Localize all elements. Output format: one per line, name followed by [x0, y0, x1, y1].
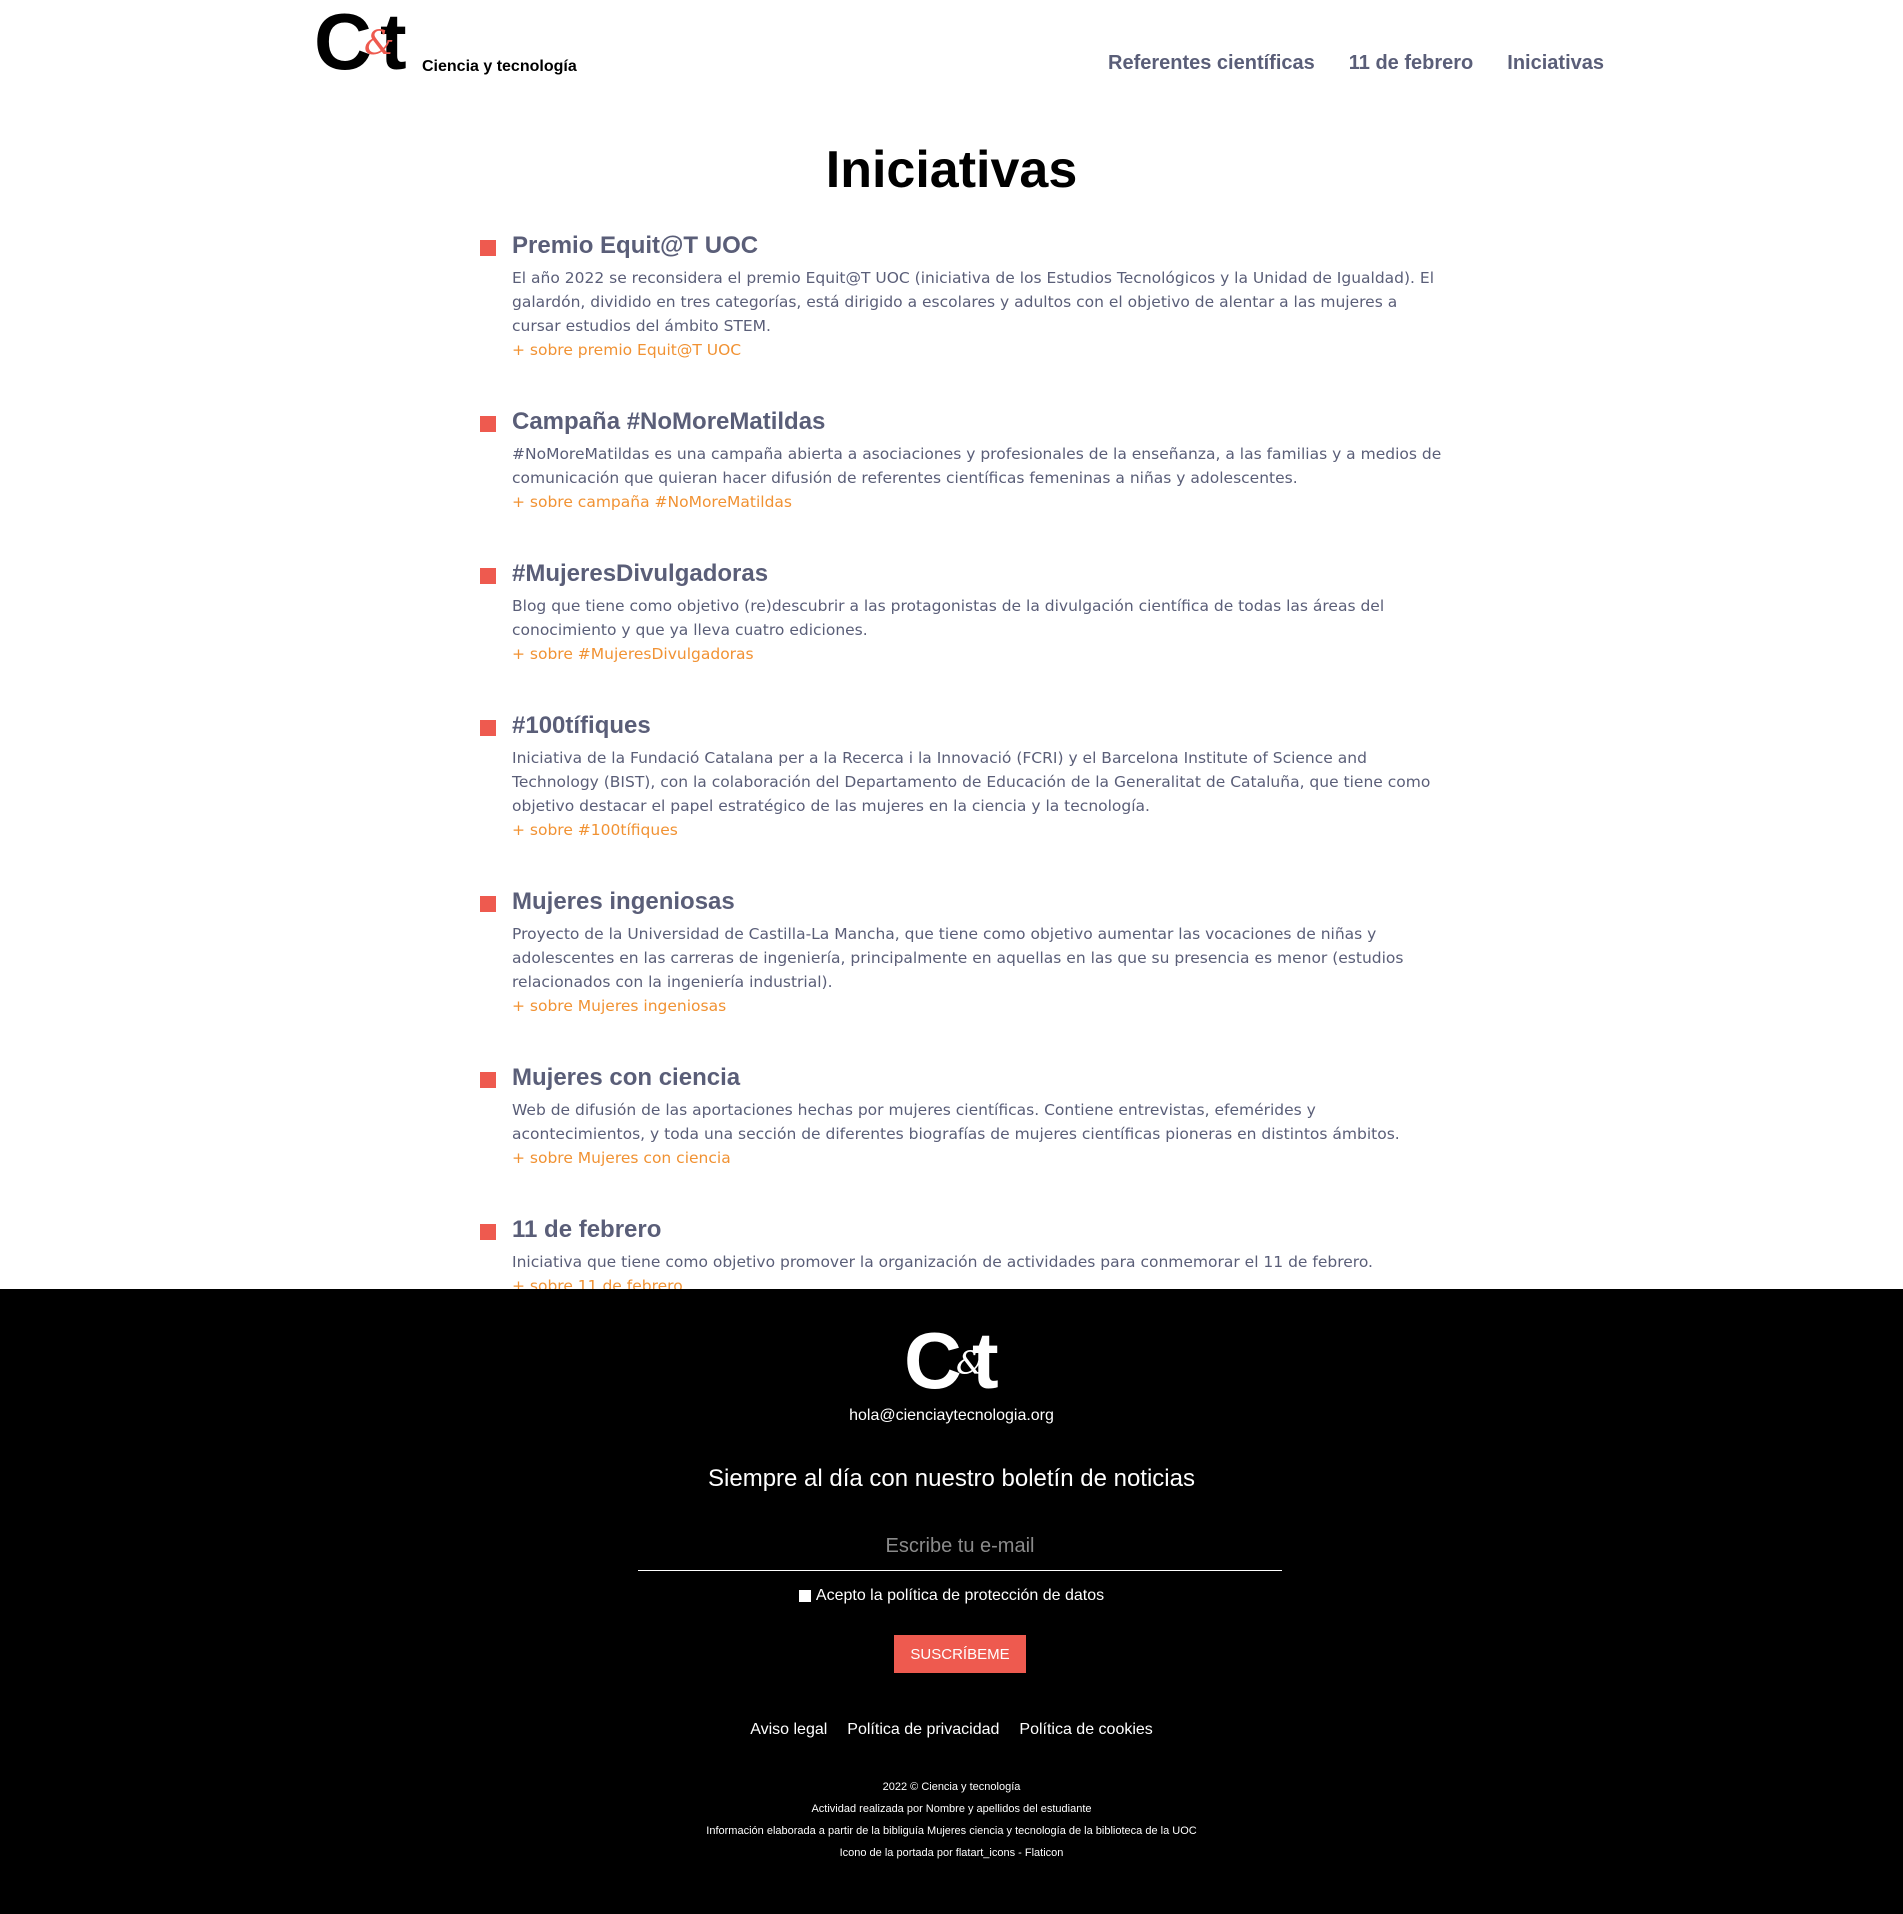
nav-link-11-febrero[interactable]: 11 de febrero [1349, 52, 1474, 75]
initiative-title: #MujeresDivulgadoras [512, 560, 769, 587]
bullet-square [480, 568, 496, 584]
privacy-consent[interactable]: Acepto la política de protección de dato… [0, 1587, 1903, 1605]
initiative-item: Premio Equit@T UOC El año 2022 se recons… [478, 226, 1438, 362]
footer-logo-ampersand: & [956, 1344, 985, 1382]
bullet-square [480, 240, 496, 256]
initiative-title: Mujeres ingeniosas [512, 888, 735, 915]
initiative-more-link[interactable]: + sobre #MujeresDivulgadoras [512, 642, 754, 666]
newsletter-title: Siempre al día con nuestro boletín de no… [708, 1465, 1195, 1492]
initiative-more-link[interactable]: + sobre Mujeres ingeniosas [512, 994, 726, 1018]
initiative-more-link[interactable]: + sobre Mujeres con ciencia [512, 1146, 731, 1170]
bullet-square [480, 896, 496, 912]
cookies-policy-link[interactable]: Política de cookies [1019, 1721, 1152, 1739]
logo-ampersand: & [364, 23, 395, 63]
nav-link-referentes[interactable]: Referentes científicas [1108, 52, 1315, 75]
footer-logo-letter-c: C [904, 1316, 962, 1405]
initiative-item: Campaña #NoMoreMatildas #NoMoreMatildas … [478, 402, 1441, 514]
footer-logo: C t & [904, 1321, 1016, 1401]
initiative-title: Mujeres con ciencia [512, 1064, 741, 1091]
bullet-square [480, 1224, 496, 1240]
logo-text: Ciencia y tecnología [422, 58, 577, 75]
legal-links: Aviso legal Política de privacidad Polít… [0, 1721, 1903, 1739]
consent-checkbox[interactable] [798, 1590, 811, 1602]
initiative-description: Blog que tiene como objetivo (re)descubr… [512, 597, 1385, 639]
initiative-item: #MujeresDivulgadoras Blog que tiene como… [478, 554, 1438, 666]
subscribe-button[interactable]: SUSCRÍBEME [894, 1635, 1026, 1673]
initiative-item: 11 de febrero Iniciativa que tiene como … [478, 1210, 1438, 1298]
initiative-item: Mujeres con ciencia Web de difusión de l… [478, 1058, 1438, 1170]
initiative-more-link[interactable]: + sobre campaña #NoMoreMatildas [512, 490, 792, 514]
copyright-text: 2022 © Ciencia y tecnología [882, 1781, 1021, 1793]
initiative-title: Premio Equit@T UOC [512, 232, 759, 259]
logo-mark: C t & [314, 2, 418, 82]
page-title: Iniciativas [825, 141, 1078, 199]
consent-label: Acepto la política de protección de dato… [815, 1587, 1105, 1604]
source-credit: Información elaborada a partir de la bib… [706, 1825, 1197, 1837]
initiative-more-link[interactable]: + sobre #100tífiques [512, 818, 678, 842]
initiative-description: El año 2022 se reconsidera el premio Equ… [512, 269, 1435, 335]
contact-email-link[interactable]: hola@cienciaytecnologia.org [0, 1407, 1903, 1425]
privacy-policy-link[interactable]: Política de privacidad [847, 1721, 999, 1739]
initiative-description: Proyecto de la Universidad de Castilla-L… [512, 925, 1404, 991]
initiative-description: Web de difusión de las aportaciones hech… [512, 1101, 1400, 1143]
initiative-title: 11 de febrero [512, 1216, 662, 1243]
bullet-square [480, 720, 496, 736]
initiative-description: Iniciativa que tiene como objetivo promo… [512, 1253, 1373, 1271]
initiative-title: #100tífiques [512, 712, 651, 739]
initiatives-list: Premio Equit@T UOC El año 2022 se recons… [478, 226, 1441, 1338]
main-content: Iniciativas Premio Equit@T UOC El año 20… [0, 120, 1903, 1295]
initiative-item: #100tífiques Iniciativa de la Fundació C… [478, 706, 1438, 842]
legal-notice-link[interactable]: Aviso legal [750, 1721, 827, 1739]
logo-letter-c: C [314, 0, 372, 86]
bullet-square [480, 1072, 496, 1088]
icon-credit: Icono de la portada por flatart_icons - … [839, 1847, 1064, 1859]
author-credit: Actividad realizada por Nombre y apellid… [811, 1803, 1092, 1815]
newsletter-email-input[interactable] [638, 1523, 1282, 1571]
site-header: C t & Ciencia y tecnología Referentes ci… [0, 0, 1903, 120]
initiative-description: Iniciativa de la Fundació Catalana per a… [512, 749, 1431, 815]
initiative-item: Mujeres ingeniosas Proyecto de la Univer… [478, 882, 1438, 1018]
initiative-title: Campaña #NoMoreMatildas [512, 408, 826, 435]
site-logo[interactable]: C t & Ciencia y tecnología [314, 2, 577, 82]
main-nav: Referentes científicas 11 de febrero Ini… [1108, 52, 1604, 75]
initiative-more-link[interactable]: + sobre premio Equit@T UOC [512, 338, 741, 362]
initiative-description: #NoMoreMatildas es una campaña abierta a… [512, 445, 1442, 487]
bullet-square [480, 416, 496, 432]
site-footer: C t & hola@cienciaytecnologia.org Siempr… [0, 1289, 1903, 1914]
footer-credits: 2022 © Ciencia y tecnología Actividad re… [0, 1776, 1903, 1864]
nav-link-iniciativas[interactable]: Iniciativas [1507, 52, 1604, 75]
